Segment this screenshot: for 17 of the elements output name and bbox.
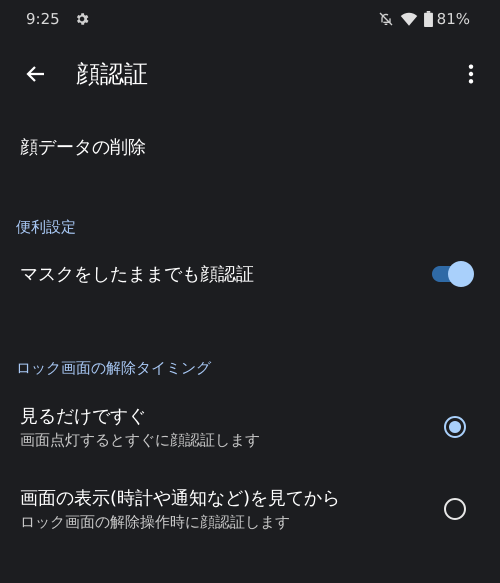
radio-button[interactable] — [444, 498, 466, 520]
option-summary: ロック画面の解除操作時に顔認証します — [20, 513, 291, 532]
more-options-icon[interactable] — [468, 63, 474, 85]
wifi-icon — [400, 10, 418, 28]
battery-icon — [424, 11, 433, 27]
muted-bell-icon — [378, 11, 394, 27]
radio-button[interactable] — [444, 416, 466, 438]
delete-face-data-item[interactable]: 顔データの削除 — [0, 110, 500, 184]
screen-title: 顔認証 — [76, 59, 148, 90]
section-header: ロック画面の解除タイミング — [15, 358, 212, 379]
setting-title: マスクをしたままでも顔認証 — [20, 263, 254, 286]
battery-percent: 81% — [436, 10, 470, 28]
option-title: 画面の表示(時計や通知など)を見てから — [20, 487, 340, 510]
status-time: 9:25 — [26, 10, 60, 28]
option-summary: 画面点灯するとすぐに顔認証します — [20, 431, 260, 450]
option-title: 見るだけですぐ — [20, 405, 147, 428]
section-header: 便利設定 — [15, 217, 77, 238]
